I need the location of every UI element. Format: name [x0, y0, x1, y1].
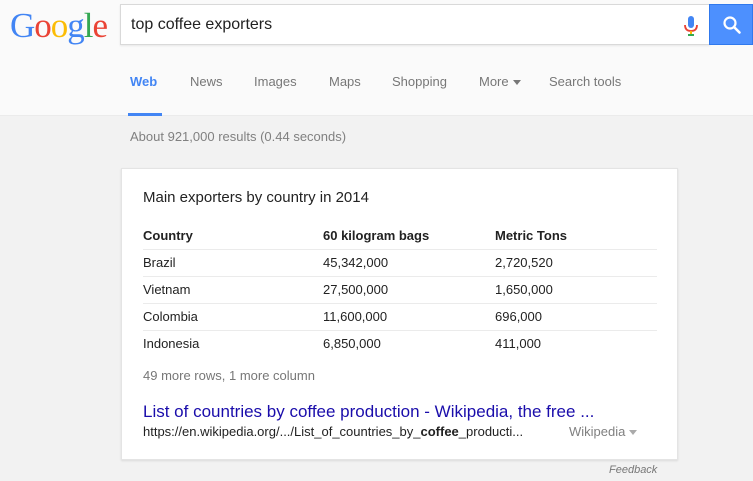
search-input[interactable]: [131, 5, 671, 44]
tab-shopping[interactable]: Shopping: [392, 74, 447, 89]
table-cell: 45,342,000: [323, 248, 495, 276]
tab-maps[interactable]: Maps: [329, 74, 361, 89]
table-cell: 6,850,000: [323, 329, 495, 357]
logo-letter: e: [92, 6, 109, 45]
chevron-down-icon: [629, 430, 638, 436]
column-header: 60 kilogram bags: [323, 227, 430, 243]
tab-web[interactable]: Web: [130, 74, 157, 89]
search-tabs: Web News Images Maps Shopping More Searc…: [0, 74, 753, 98]
table-row: Brazil 45,342,000 2,720,520: [143, 248, 657, 276]
logo-letter: o: [50, 6, 68, 45]
snippet-title: Main exporters by country in 2014: [143, 189, 369, 206]
table-cell: 411,000: [495, 329, 657, 357]
tab-more-label: More: [479, 74, 509, 89]
source-label: Wikipedia: [569, 424, 626, 439]
search-icon: [723, 16, 741, 34]
google-logo[interactable]: Google: [10, 6, 109, 46]
more-rows-link[interactable]: 49 more rows, 1 more column: [143, 368, 315, 383]
result-title-link[interactable]: List of countries by coffee production -…: [143, 402, 594, 422]
microphone-icon[interactable]: [681, 15, 701, 37]
table-cell: Brazil: [143, 248, 323, 276]
table-row: Vietnam 27,500,000 1,650,000: [143, 275, 657, 303]
table-cell: 2,720,520: [495, 248, 657, 276]
tab-search-tools[interactable]: Search tools: [549, 74, 621, 89]
logo-letter: G: [10, 6, 35, 45]
tab-news[interactable]: News: [190, 74, 223, 89]
logo-letter: o: [34, 6, 51, 45]
column-header: Country: [143, 227, 193, 243]
tab-images[interactable]: Images: [254, 74, 297, 89]
feedback-link[interactable]: Feedback: [609, 464, 657, 476]
tab-more[interactable]: More: [479, 74, 521, 89]
table-cell: Colombia: [143, 302, 323, 330]
table-cell: Indonesia: [143, 329, 323, 357]
table-cell: 11,600,000: [323, 302, 495, 330]
url-prefix: https://en.wikipedia.org/.../List_of_cou…: [143, 424, 421, 439]
source-dropdown[interactable]: Wikipedia: [569, 424, 638, 439]
url-highlight: coffee: [420, 424, 459, 439]
search-box: [120, 4, 710, 45]
result-stats: About 921,000 results (0.44 seconds): [130, 129, 347, 144]
result-url: https://en.wikipedia.org/.../List_of_cou…: [143, 424, 523, 439]
logo-letter: g: [67, 6, 84, 45]
table-cell: 27,500,000: [323, 275, 495, 303]
table-cell: 696,000: [495, 302, 657, 330]
header: Google Web News Images Maps Shopping Mor…: [0, 0, 753, 116]
url-suffix: _producti...: [458, 424, 524, 439]
column-header: Metric Tons: [495, 227, 567, 243]
table-row: Colombia 11,600,000 696,000: [143, 302, 657, 330]
search-button[interactable]: [709, 4, 753, 45]
chevron-down-icon: [512, 80, 521, 86]
logo-letter: l: [83, 6, 94, 45]
table-cell: 1,650,000: [495, 275, 657, 303]
active-tab-indicator: [128, 113, 162, 116]
table-header-row: Country 60 kilogram bags Metric Tons: [143, 222, 657, 249]
table-row: Indonesia 6,850,000 411,000: [143, 329, 657, 357]
featured-snippet-card: Main exporters by country in 2014 Countr…: [121, 168, 678, 460]
exporters-table: Country 60 kilogram bags Metric Tons Bra…: [143, 222, 657, 357]
table-cell: Vietnam: [143, 275, 323, 303]
